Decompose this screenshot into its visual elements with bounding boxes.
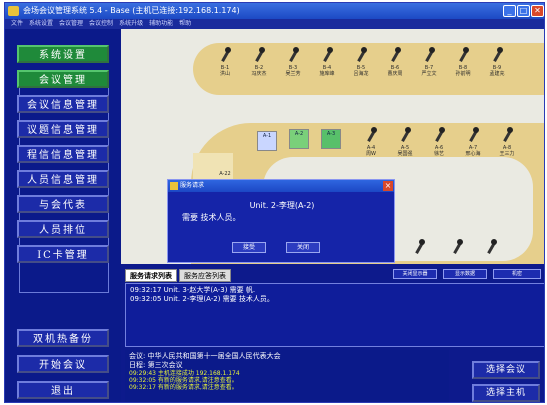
microphone-icon [467, 127, 479, 143]
agenda-text: 日程: 第三次会议 [129, 361, 183, 369]
seat-b6[interactable]: B-6 曹庆周 [383, 47, 407, 77]
microphone-icon [321, 47, 333, 63]
menu-upgrade[interactable]: 系统升级 [119, 19, 143, 29]
microphone-icon [355, 47, 367, 63]
hot-backup-button[interactable]: 双机热备份 [17, 329, 109, 347]
nav-schedule-info[interactable]: 程信信息管理 [17, 145, 109, 163]
service-request-dialog: 服务请求 × Unit. 2-李理(A-2) 需要 技术人员。 接受 关闭 [167, 179, 395, 263]
start-meeting-button[interactable]: 开始会议 [17, 355, 109, 373]
dialog-icon [170, 182, 178, 190]
seat-b4[interactable]: B-4 施库峰 [315, 47, 339, 77]
meeting-info-panel: 会议: 中华人民共和国第十一届全国人民代表大会 日程: 第三次会议 09:29:… [125, 350, 449, 402]
microphone-icon [501, 127, 513, 143]
microphone-icon [219, 47, 231, 63]
tab-service-requests[interactable]: 服务请求列表 [125, 269, 177, 282]
microphone-icon [423, 47, 435, 63]
nav-delegates[interactable]: 与会代表 [17, 195, 109, 213]
microphone-icon [365, 127, 377, 143]
tab-bar: 服务请求列表 服务应答列表 [125, 269, 231, 282]
menu-file[interactable]: 文件 [11, 19, 23, 29]
secret-button[interactable]: 机密 [493, 269, 541, 279]
select-meeting-button[interactable]: 选择会议 [472, 361, 540, 379]
window-title: 会场会议管理系统 5.4 - Base (主机已连接:192.168.1.174… [23, 6, 240, 15]
nav-system-settings[interactable]: 系统设置 [17, 45, 109, 63]
seat-a5[interactable]: A-5 吴国强 [393, 127, 417, 157]
close-dialog-button[interactable]: 关闭 [286, 242, 320, 253]
dialog-unit-text: Unit. 2-李理(A-2) [249, 201, 315, 210]
app-window: 会场会议管理系统 5.4 - Base (主机已连接:192.168.1.174… [4, 2, 545, 403]
status-line: 09:32:05 有新的服务请求,请注意查看。 [129, 377, 238, 384]
microphone-icon [433, 127, 445, 143]
maximize-button[interactable]: □ [517, 5, 530, 17]
microphone-icon [491, 47, 503, 63]
seat-b9[interactable]: B-9 孟建充 [485, 47, 509, 77]
seat-a8[interactable]: A-8 王三力 [495, 127, 519, 157]
microphone-icon [485, 239, 497, 255]
seat-a1-icon[interactable]: A-1 [257, 131, 277, 151]
seat-a6[interactable]: A-6 徐艺 [427, 127, 451, 157]
nav-meeting-management[interactable]: 会议管理 [17, 70, 109, 88]
show-data-button[interactable]: 显示数据 [443, 269, 487, 279]
menu-tools[interactable]: 辅助功能 [149, 19, 173, 29]
seat-a22-label: A-22 [219, 171, 231, 177]
close-button[interactable]: ✕ [531, 5, 544, 17]
microphone-icon [399, 127, 411, 143]
menu-bar: 文件 系统设置 会议管理 会议控制 系统升级 辅助功能 帮助 [5, 19, 544, 29]
status-line: 09:29:43 主机连接成功 192.168.1.174 [129, 370, 240, 377]
sidebar: 系统设置 会议管理 会议信息管理 议题信息管理 程信信息管理 人员信息管理 与会… [5, 29, 121, 402]
microphone-icon [253, 47, 265, 63]
menu-help[interactable]: 帮助 [179, 19, 191, 29]
seat-partial[interactable] [407, 239, 431, 257]
seat-a4[interactable]: A-4 周W [359, 127, 383, 157]
seat-b1[interactable]: B-1 洪山 [213, 47, 237, 77]
seat-a7[interactable]: A-7 邢心海 [461, 127, 485, 157]
nav-meeting-info[interactable]: 会议信息管理 [17, 95, 109, 113]
meeting-name: 会议: 中华人民共和国第十一届全国人民代表大会 [129, 352, 281, 360]
seat-b5[interactable]: B-5 吕海龙 [349, 47, 373, 77]
nav-ic-card[interactable]: IC卡管理 [17, 245, 109, 263]
dialog-close-icon[interactable]: × [383, 181, 393, 191]
dialog-request-text: 需要 技术人员。 [182, 213, 241, 222]
app-icon [8, 6, 19, 16]
menu-settings[interactable]: 系统设置 [29, 19, 53, 29]
request-log: 09:32:17 Unit. 3-赵大学(A-3) 需要 帆. 09:32:05… [125, 283, 544, 347]
seat-b7[interactable]: B-7 严立文 [417, 47, 441, 77]
nav-personnel-info[interactable]: 人员信息管理 [17, 170, 109, 188]
seat-partial[interactable] [445, 239, 469, 257]
seat-partial[interactable] [479, 239, 503, 257]
seat-b3[interactable]: B-3 吴兰芳 [281, 47, 305, 77]
tab-service-replies[interactable]: 服务应答列表 [179, 269, 231, 282]
close-display-button[interactable]: 关闭显示器 [393, 269, 437, 279]
minimize-button[interactable]: _ [503, 5, 516, 17]
menu-meeting[interactable]: 会议管理 [59, 19, 83, 29]
microphone-icon [451, 239, 463, 255]
microphone-icon [287, 47, 299, 63]
accept-button[interactable]: 接受 [232, 242, 266, 253]
title-bar: 会场会议管理系统 5.4 - Base (主机已连接:192.168.1.174… [5, 3, 544, 19]
status-line: 09:32:17 有新的服务请求,请注意查看。 [129, 384, 238, 391]
nav-seating[interactable]: 人员排位 [17, 220, 109, 238]
dialog-title: 服务请求 [180, 182, 205, 189]
microphone-icon [413, 239, 425, 255]
main-area: B-1 洪山 B-2 冯庆杰 B-3 吴兰芳 B-4 施库峰 B-5 吕海龙 B-6 曹庆周… [121, 29, 544, 402]
menu-control[interactable]: 会议控制 [89, 19, 113, 29]
microphone-icon [457, 47, 469, 63]
seat-b8[interactable]: B-8 孙前明 [451, 47, 475, 77]
nav-topic-info[interactable]: 议题信息管理 [17, 120, 109, 138]
microphone-icon [389, 47, 401, 63]
log-line: 09:32:17 Unit. 3-赵大学(A-3) 需要 帆. [130, 286, 256, 294]
select-host-button[interactable]: 选择主机 [472, 384, 540, 402]
seat-b2[interactable]: B-2 冯庆杰 [247, 47, 271, 77]
log-line: 09:32:05 Unit. 2-李理(A-2) 需要 技术人员。 [130, 295, 274, 303]
seat-map: B-1 洪山 B-2 冯庆杰 B-3 吴兰芳 B-4 施库峰 B-5 吕海龙 B-6 曹庆周… [121, 29, 544, 264]
seat-a2-icon[interactable]: A-2 [289, 129, 309, 149]
exit-button[interactable]: 退出 [17, 381, 109, 399]
seat-a3-icon[interactable]: A-3 [321, 129, 341, 149]
dialog-title-bar: 服务请求 × [168, 180, 394, 192]
